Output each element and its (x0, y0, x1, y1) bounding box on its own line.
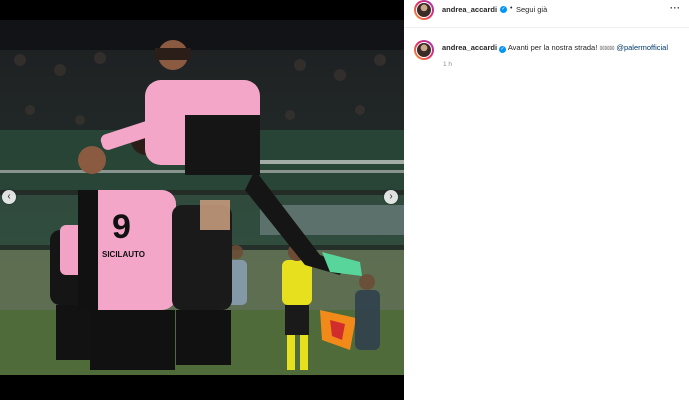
author-username[interactable]: andrea_accardi (442, 5, 497, 14)
author-avatar[interactable] (414, 0, 434, 20)
jersey-number: 9 (112, 208, 131, 246)
follow-status-button[interactable]: Segui già (516, 5, 547, 14)
caption-author-avatar[interactable] (414, 40, 434, 60)
avatar-ring-inner (416, 2, 432, 18)
player-center-black (172, 200, 232, 365)
more-options-icon[interactable]: ··· (670, 3, 681, 13)
avatar-ring-inner (416, 42, 432, 58)
mention-link[interactable]: @palermofficial (616, 43, 668, 52)
verified-badge-icon: ✓ (500, 6, 507, 13)
separator-dot: • (510, 5, 513, 12)
post-media: 9 SICILAUTO ‹ › (0, 0, 404, 400)
next-media-button[interactable]: › (384, 190, 398, 204)
jersey-sponsor: SICILAUTO (102, 250, 145, 259)
post-side-panel: andrea_accardi ✓ • Segui già ··· andrea_… (404, 0, 689, 400)
avatar-photo (417, 3, 431, 17)
avatar-photo (417, 43, 431, 57)
caption-text: Avanti per la nostra strada! (507, 43, 598, 52)
caption-author-username[interactable]: andrea_accardi (442, 43, 497, 52)
post-photo: 9 SICILAUTO (0, 20, 404, 375)
previous-media-button[interactable]: ‹ (2, 190, 16, 204)
emoji-placeholder-icons: ⊠⊠⊠ (599, 45, 615, 52)
post-timestamp[interactable]: 1 h (443, 61, 452, 68)
post-caption: andrea_accardi ✓ Avanti per la nostra st… (442, 43, 687, 53)
post-header: andrea_accardi ✓ • Segui già ··· (404, 0, 689, 28)
verified-badge-icon: ✓ (499, 46, 507, 53)
